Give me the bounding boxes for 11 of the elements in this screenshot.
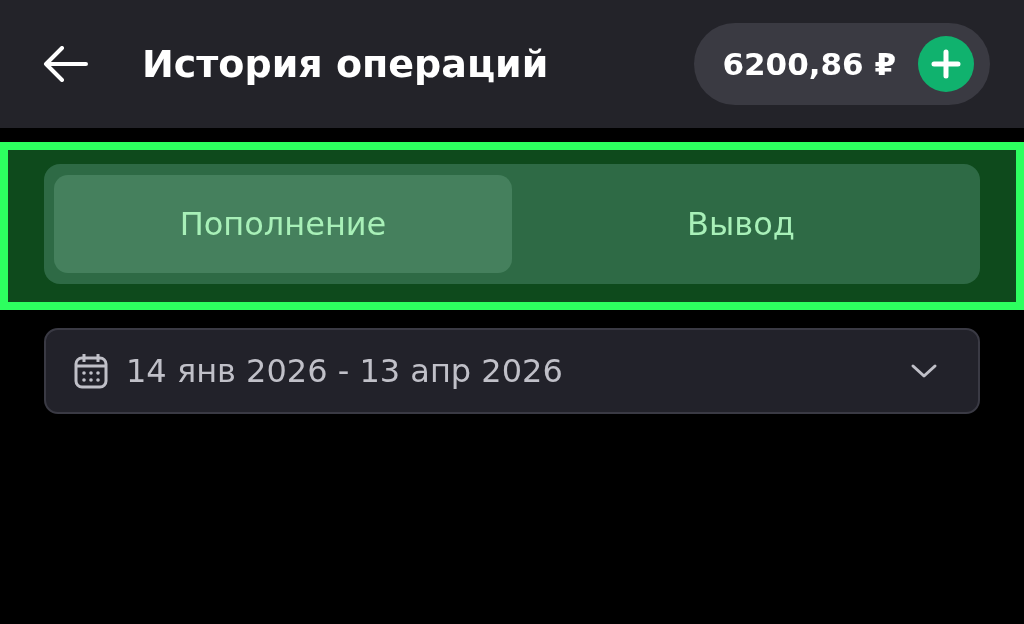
tab[interactable]: Вывод	[512, 175, 970, 273]
balance-amount: 6200,86 ₽	[722, 46, 896, 82]
date-range-text: 14 янв 2026 - 13 апр 2026	[126, 352, 564, 390]
add-funds-button[interactable]	[918, 36, 974, 92]
plus-icon	[931, 49, 961, 79]
page-title: История операций	[142, 42, 550, 86]
chevron-down-icon	[910, 363, 938, 379]
date-range-field[interactable]: 14 янв 2026 - 13 апр 2026	[44, 328, 980, 414]
calendar-icon	[74, 353, 108, 389]
tab[interactable]: Пополнение	[54, 175, 512, 273]
back-arrow-icon	[42, 46, 88, 82]
